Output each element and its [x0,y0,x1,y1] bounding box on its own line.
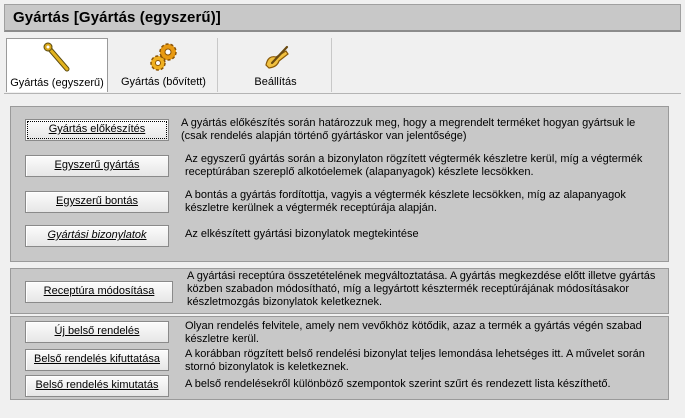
tab-extended-production[interactable]: Gyártás (bővített) [110,38,218,92]
window-titlebar: Gyártás [Gyártás (egyszerű)] [4,4,681,32]
simple-production-description: Az egyszerű gyártás során a bizonylaton … [185,153,643,178]
cancel-internal-order-button[interactable]: Belső rendelés kifuttatása [25,349,169,371]
hand-pen-icon [264,45,289,69]
cancel-internal-order-description: A korábban rögzített belső rendelési biz… [185,348,645,373]
new-internal-order-button[interactable]: Új belső rendelés [25,321,169,343]
recipe-panel: Receptúra módosítása A gyártási receptúr… [10,268,669,314]
production-prep-description: A gyártás előkészítés során határozzuk m… [181,117,636,142]
tab-simple-production[interactable]: Gyártás (egyszerű) [6,38,108,92]
production-documents-button[interactable]: Gyártási bizonylatok [25,225,169,247]
tab-bar: Gyártás (egyszerű) Gyártás (bővített) Be… [4,36,681,94]
tab-settings[interactable]: Beállítás [220,38,332,92]
wrench-icon [43,42,70,72]
recipe-modify-button[interactable]: Receptúra módosítása [25,281,173,303]
tab-label: Beállítás [254,76,297,88]
simple-breakdown-button[interactable]: Egyszerű bontás [25,191,169,213]
simple-production-button[interactable]: Egyszerű gyártás [25,155,169,177]
simple-breakdown-description: A bontás a gyártás fordítottja, vagyis a… [185,189,626,214]
recipe-modify-description: A gyártási receptúra összetételének megv… [187,270,656,308]
internal-order-report-description: A belső rendelésekről különböző szempont… [185,378,611,390]
internal-order-panel: Új belső rendelés Olyan rendelés felvite… [10,316,669,400]
new-internal-order-description: Olyan rendelés felvitele, amely nem vevő… [185,320,642,345]
tab-label: Gyártás (egyszerű) [10,77,104,89]
gears-icon [149,43,177,71]
internal-order-report-button[interactable]: Belső rendelés kimutatás [25,375,169,397]
window-title: Gyártás [Gyártás (egyszerű)] [13,9,221,26]
production-panel: Gyártás előkészítés A gyártás előkészíté… [10,106,669,262]
tab-label: Gyártás (bővített) [121,76,206,88]
production-documents-description: Az elkészített gyártási bizonylatok megt… [185,228,419,240]
production-prep-button[interactable]: Gyártás előkészítés [25,119,169,141]
